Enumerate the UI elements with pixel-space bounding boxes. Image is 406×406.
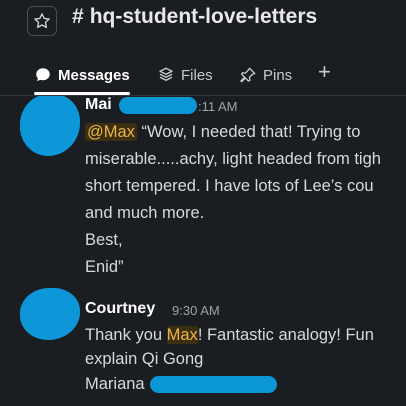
avatar[interactable] <box>20 96 80 156</box>
files-icon <box>159 67 173 81</box>
message-icon <box>36 68 50 81</box>
message-timestamp[interactable]: 9:30 AM <box>172 303 220 318</box>
message-line: Thank you Max! Fantastic analogy! Fun <box>85 326 374 345</box>
message-line: short tempered. I have lots of Lee’s cou <box>85 177 374 195</box>
message-sender[interactable]: Courtney <box>85 300 155 318</box>
pin-icon <box>240 67 256 83</box>
channel-header: # hq-student-love-letters Messages Files … <box>0 0 406 96</box>
message-line: Mariana <box>85 375 145 393</box>
star-channel-button[interactable] <box>27 6 57 36</box>
message-text: “Wow, I needed that! Trying to <box>136 123 361 141</box>
add-tab-button[interactable]: + <box>318 59 331 84</box>
message-item[interactable]: Mai :11 AM @Max “Wow, I needed that! Try… <box>0 96 406 286</box>
message-line: Best, <box>85 231 123 249</box>
tab-messages[interactable]: Messages <box>34 64 130 86</box>
channel-name: hq-student-love-letters <box>89 5 318 28</box>
active-tab-indicator <box>34 92 130 95</box>
message-line: miserable.....achy, light headed from ti… <box>85 150 381 168</box>
highlighted-keyword: Max <box>166 326 198 344</box>
add-tab-icon: + <box>318 59 331 84</box>
message-text: Thank you <box>85 326 167 344</box>
avatar[interactable] <box>20 288 80 340</box>
message-list: Mai :11 AM @Max “Wow, I needed that! Try… <box>0 96 406 406</box>
message-text: ! Fantastic analogy! Fun <box>197 326 374 344</box>
message-line: explain Qi Gong <box>85 350 204 368</box>
tab-messages-label: Messages <box>58 66 130 84</box>
user-mention[interactable]: @Max <box>85 123 137 141</box>
channel-tabs: Messages Files Pins + <box>0 56 406 96</box>
tab-files-label: Files <box>181 66 213 84</box>
message-line: Enid” <box>85 258 124 276</box>
tab-files[interactable]: Files <box>157 64 213 86</box>
message-line: @Max “Wow, I needed that! Trying to <box>85 123 360 142</box>
channel-title[interactable]: # hq-student-love-letters <box>72 5 317 29</box>
tab-pins-label: Pins <box>263 66 293 84</box>
channel-hash: # <box>72 5 84 28</box>
message-sender[interactable]: Mai <box>85 96 112 114</box>
tab-pins[interactable]: Pins <box>239 64 292 86</box>
star-icon <box>34 13 50 29</box>
redaction-mark <box>150 376 277 393</box>
message-timestamp[interactable]: :11 AM <box>198 99 238 114</box>
redaction-mark <box>119 97 197 114</box>
message-line: and much more. <box>85 204 205 222</box>
message-item[interactable]: Courtney 9:30 AM Thank you Max! Fantasti… <box>0 288 406 406</box>
